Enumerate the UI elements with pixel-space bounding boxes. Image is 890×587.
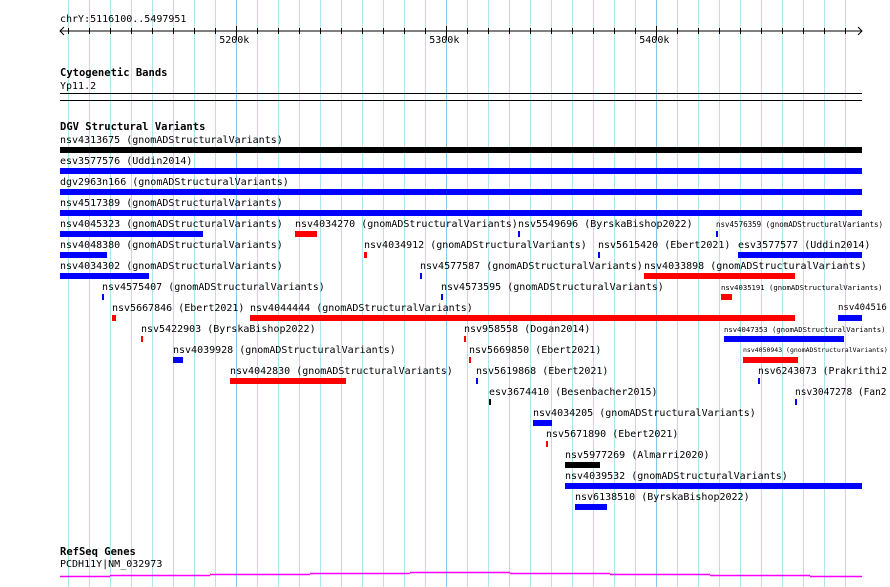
feature-bar[interactable] bbox=[441, 294, 443, 300]
ruler-tick-label: 5200k bbox=[219, 35, 250, 46]
feature-label[interactable]: esv3577577 (Uddin2014) bbox=[738, 240, 870, 251]
feature-label[interactable]: nsv958558 (Dogan2014) bbox=[464, 324, 590, 335]
feature-bar[interactable] bbox=[364, 252, 367, 258]
feature-bar[interactable] bbox=[743, 357, 798, 363]
feature-bar[interactable] bbox=[141, 336, 143, 342]
feature-bar[interactable] bbox=[60, 210, 862, 216]
feature-bar[interactable] bbox=[60, 273, 149, 279]
feature-label[interactable]: nsv5615420 (Ebert2021) bbox=[598, 240, 730, 251]
track-title-cytoband: Cytogenetic Bands bbox=[60, 67, 168, 79]
feature-label[interactable]: nsv4034205 (gnomADStructuralVariants) bbox=[533, 408, 756, 419]
feature-bar[interactable] bbox=[533, 420, 552, 426]
feature-bar[interactable] bbox=[565, 462, 600, 468]
feature-bar[interactable] bbox=[112, 315, 116, 321]
feature-label[interactable]: nsv5669850 (Ebert2021) bbox=[469, 345, 601, 356]
feature-label[interactable]: nsv5977269 (Almarri2020) bbox=[565, 450, 710, 461]
feature-bar[interactable] bbox=[575, 504, 607, 510]
feature-bar[interactable] bbox=[464, 336, 466, 342]
feature-label[interactable]: nsv4042830 (gnomADStructuralVariants) bbox=[230, 366, 453, 377]
feature-label[interactable]: nsv4039532 (gnomADStructuralVariants) bbox=[565, 471, 788, 482]
feature-bar[interactable] bbox=[724, 336, 844, 342]
feature-bar[interactable] bbox=[644, 273, 795, 279]
feature-label[interactable]: nsv5549696 (ByrskaBishop2022) bbox=[518, 219, 693, 230]
feature-bar[interactable] bbox=[598, 252, 600, 258]
feature-bar[interactable] bbox=[546, 441, 548, 447]
feature-bar[interactable] bbox=[838, 315, 862, 321]
track-divider bbox=[60, 100, 862, 101]
feature-label[interactable]: nsv3047278 (Fan2 bbox=[795, 387, 887, 398]
feature-bar[interactable] bbox=[230, 378, 346, 384]
feature-bar[interactable] bbox=[60, 189, 862, 195]
track-title-dgv: DGV Structural Variants bbox=[60, 121, 206, 133]
feature-bar[interactable] bbox=[758, 378, 760, 384]
feature-bar[interactable] bbox=[295, 231, 317, 237]
feature-bar[interactable] bbox=[469, 357, 471, 363]
feature-label[interactable]: nsv4034912 (gnomADStructuralVariants) bbox=[364, 240, 587, 251]
feature-bar[interactable] bbox=[60, 147, 862, 153]
feature-bar[interactable] bbox=[420, 273, 422, 279]
feature-label[interactable]: nsv4573595 (gnomADStructuralVariants) bbox=[441, 282, 664, 293]
feature-bar[interactable] bbox=[721, 294, 732, 300]
cytoband-label[interactable]: Yp11.2 bbox=[60, 81, 96, 92]
feature-bar[interactable] bbox=[716, 231, 718, 237]
feature-label[interactable]: nsv5422903 (ByrskaBishop2022) bbox=[141, 324, 316, 335]
feature-bar[interactable] bbox=[102, 294, 104, 300]
feature-bar[interactable] bbox=[565, 483, 862, 489]
feature-bar[interactable] bbox=[173, 357, 183, 363]
feature-label[interactable]: dgv2963n166 (gnomADStructuralVariants) bbox=[60, 177, 289, 188]
feature-label[interactable]: nsv4048380 (gnomADStructuralVariants) bbox=[60, 240, 283, 251]
feature-bar[interactable] bbox=[518, 231, 520, 237]
ruler-tick-label: 5300k bbox=[429, 35, 460, 46]
feature-label[interactable]: nsv4033898 (gnomADStructuralVariants) bbox=[644, 261, 867, 272]
feature-label[interactable]: nsv4313675 (gnomADStructuralVariants) bbox=[60, 135, 283, 146]
track-title-refseq: RefSeq Genes bbox=[60, 546, 136, 558]
feature-bar[interactable] bbox=[476, 378, 478, 384]
feature-label[interactable]: nsv6138510 (ByrskaBishop2022) bbox=[575, 492, 750, 503]
feature-label[interactable]: nsv4039928 (gnomADStructuralVariants) bbox=[173, 345, 396, 356]
feature-label[interactable]: nsv4517389 (gnomADStructuralVariants) bbox=[60, 198, 283, 209]
feature-label[interactable]: esv3577576 (Uddin2014) bbox=[60, 156, 192, 167]
gridlines bbox=[68, 0, 846, 587]
feature-label[interactable]: nsv404516 bbox=[838, 303, 887, 314]
feature-label[interactable]: nsv4047353 (gnomADStructuralVariants) bbox=[724, 324, 886, 335]
feature-label[interactable]: nsv4035191 (gnomADStructuralVariants) bbox=[721, 282, 883, 293]
feature-label[interactable]: nsv4575407 (gnomADStructuralVariants) bbox=[102, 282, 325, 293]
feature-label[interactable]: nsv4034302 (gnomADStructuralVariants) bbox=[60, 261, 283, 272]
feature-bar[interactable] bbox=[60, 168, 862, 174]
feature-bar[interactable] bbox=[738, 252, 862, 258]
gene-label[interactable]: PCDH11Y|NM_032973 bbox=[60, 559, 162, 570]
feature-label[interactable]: nsv5667846 (Ebert2021) bbox=[112, 303, 244, 314]
feature-bar[interactable] bbox=[795, 399, 797, 405]
feature-label[interactable]: nsv4034270 (gnomADStructuralVariants) bbox=[295, 219, 518, 230]
feature-label[interactable]: nsv4045323 (gnomADStructuralVariants) bbox=[60, 219, 283, 230]
cytoband-line bbox=[60, 93, 862, 94]
feature-label[interactable]: nsv5671890 (Ebert2021) bbox=[546, 429, 678, 440]
feature-label[interactable]: nsv4577587 (gnomADStructuralVariants) bbox=[420, 261, 643, 272]
feature-label[interactable]: nsv4050943 (gnomADStructuralVariants) bbox=[743, 345, 888, 356]
feature-label[interactable]: nsv6243073 (Prakrithi2 bbox=[758, 366, 887, 377]
feature-label[interactable]: esv3674410 (Besenbacher2015) bbox=[489, 387, 658, 398]
feature-bar[interactable] bbox=[250, 315, 795, 321]
feature-bar[interactable] bbox=[489, 399, 491, 405]
feature-bar[interactable] bbox=[60, 252, 107, 258]
feature-label[interactable]: nsv4576359 (gnomADStructuralVariants) bbox=[716, 219, 883, 230]
feature-bar[interactable] bbox=[60, 231, 203, 237]
feature-label[interactable]: nsv5619868 (Ebert2021) bbox=[476, 366, 608, 377]
feature-label[interactable]: nsv4044444 (gnomADStructuralVariants) bbox=[250, 303, 473, 314]
ruler-tick-label: 5400k bbox=[639, 35, 670, 46]
